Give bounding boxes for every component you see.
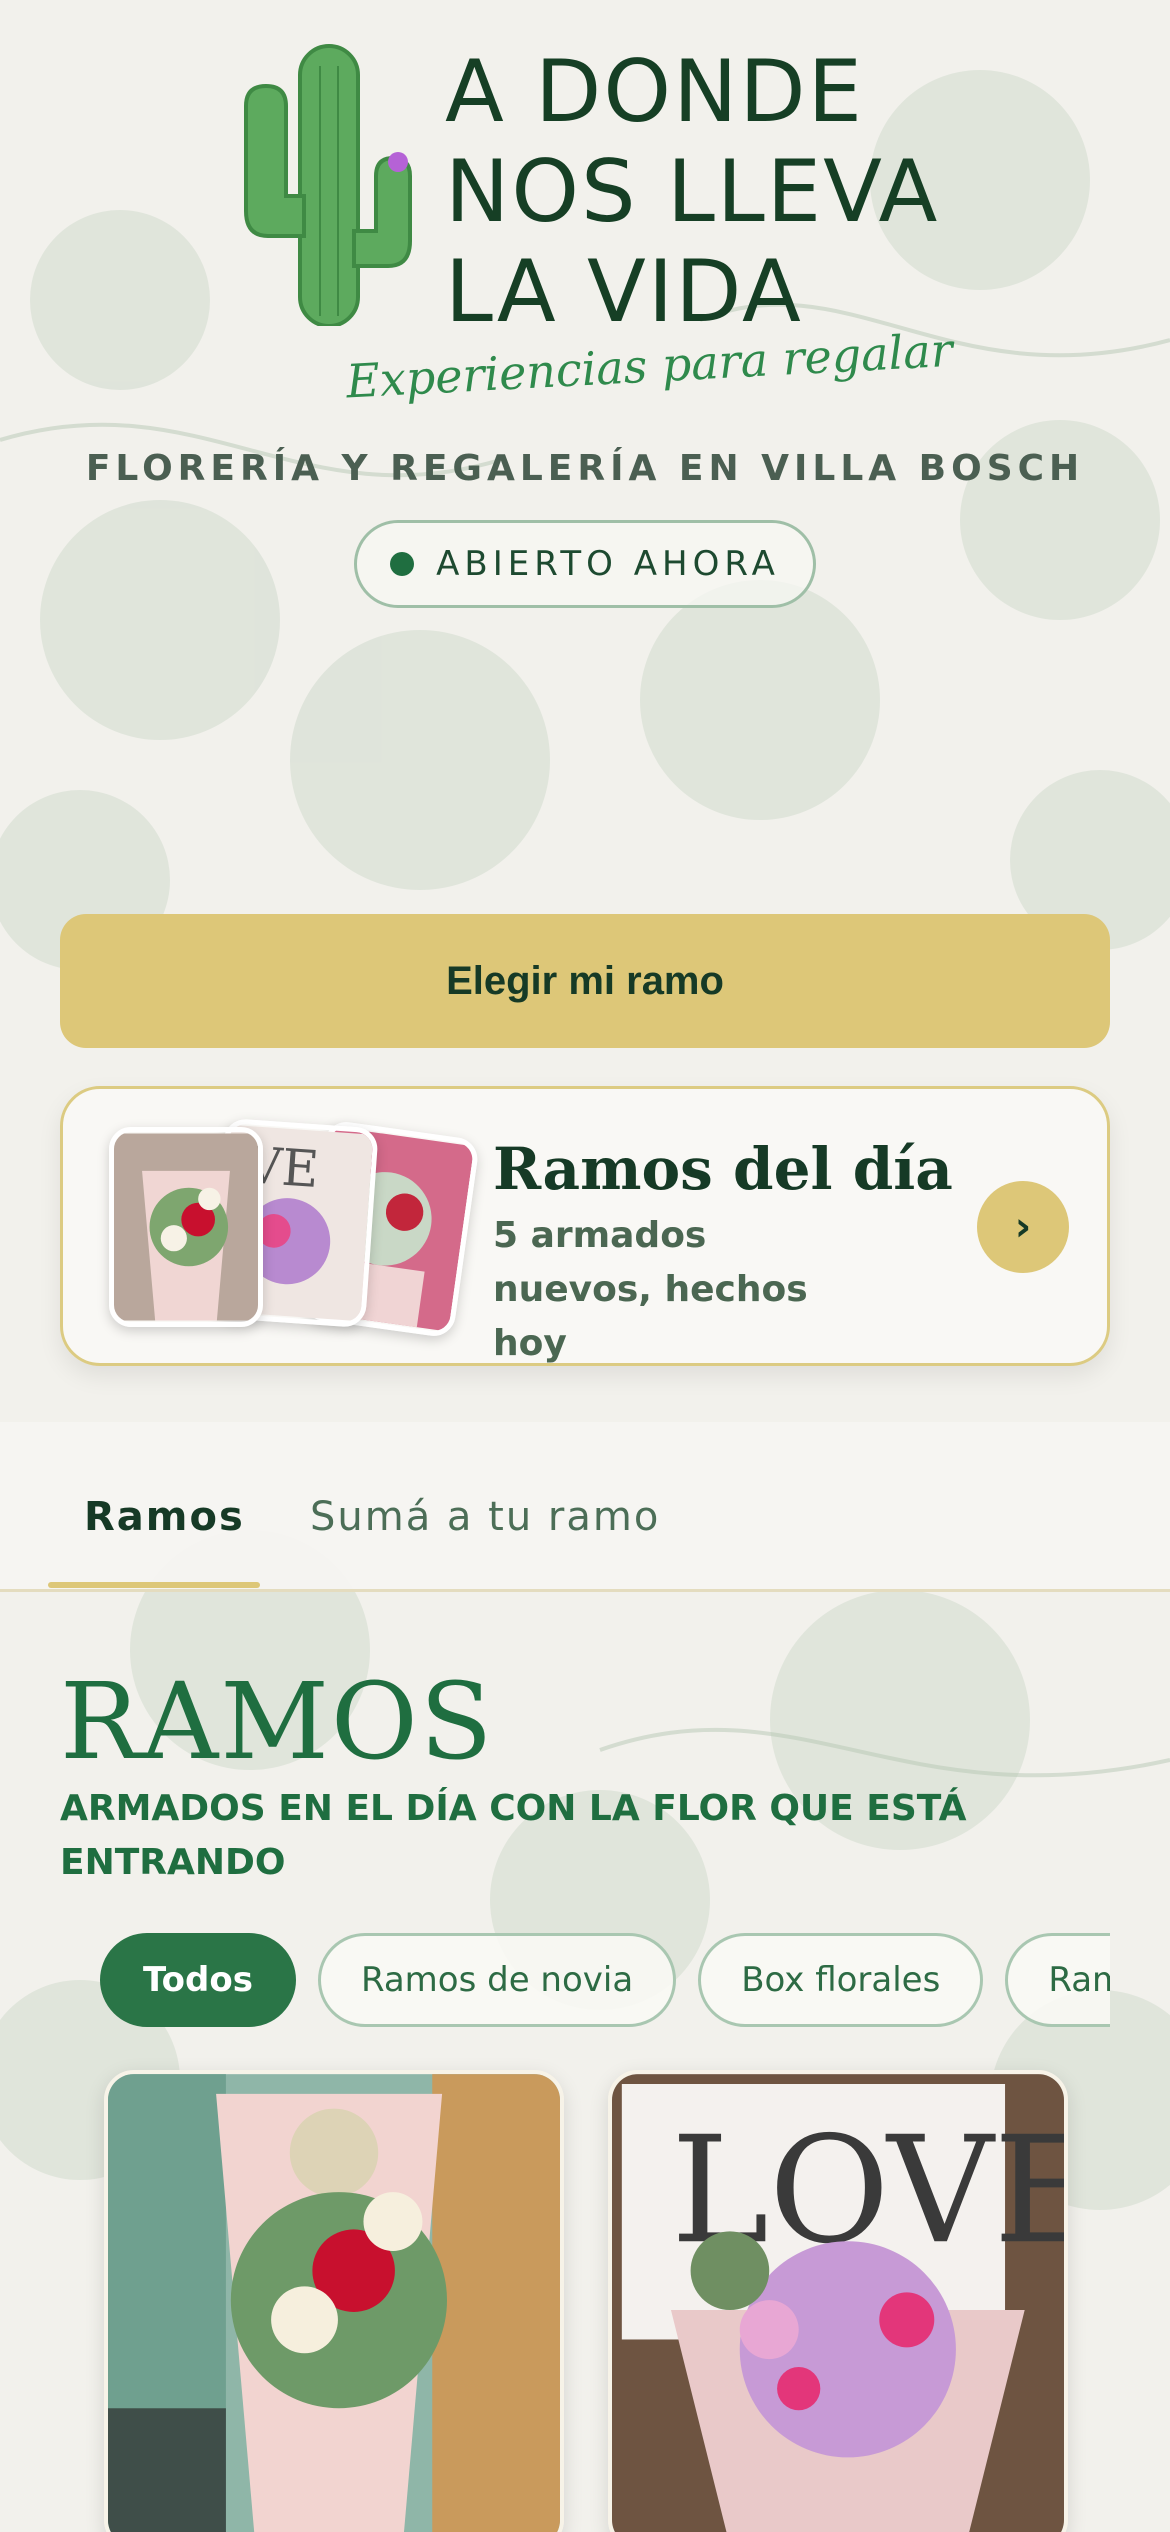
chip-ramos[interactable]: Ramos [1005,1933,1110,2027]
product-card-1[interactable] [104,2070,564,2532]
daily-bouquets-subtitle: 5 armados nuevos, hechos hoy [493,1215,808,1364]
brand-tagline: Experiencias para regalar [344,322,954,409]
brand-header: A DONDE NOS LLEVA LA VIDA Experiencias p… [0,0,1170,620]
status-dot-icon [390,552,415,576]
product-image-2: LOVE [612,2074,1064,2532]
section-title: RAMOS [60,1660,495,1783]
bouquet-thumb-1 [109,1127,263,1327]
section-subtitle: ARMADOS EN EL DÍA CON LA FLOR QUE ESTÁ E… [60,1788,967,1883]
brand-title: A DONDE NOS LLEVA LA VIDA [445,42,1005,342]
chip-todos[interactable]: Todos [100,1933,296,2027]
tab-suma-a-tu-ramo[interactable]: Sumá a tu ramo [310,1494,660,1540]
choose-bouquet-button[interactable]: Elegir mi ramo [60,914,1110,1048]
chevron-right-icon[interactable]: › [977,1181,1069,1273]
brand-line-2: NOS LLEVA [445,142,940,242]
tab-ramos[interactable]: Ramos [84,1494,245,1540]
cactus-icon [244,44,412,326]
brand-line-1: A DONDE [445,42,864,142]
product-image-1 [108,2074,560,2532]
tab-bar: Ramos Sumá a tu ramo [0,1422,1170,1592]
chip-box-florales[interactable]: Box florales [698,1933,984,2027]
active-tab-indicator [48,1582,260,1588]
open-status-text: ABIERTO AHORA [436,544,780,584]
category-chips: Todos Ramos de novia Box florales Ramos [100,1930,1110,2030]
daily-bouquets-title: Ramos del día [493,1135,953,1203]
open-status-badge: ABIERTO AHORA [354,520,816,608]
daily-bouquets-card[interactable]: VE Ramos del día 5 armados nuevos, hecho… [60,1086,1110,1366]
store-subtitle: FLORERÍA Y REGALERÍA EN VILLA BOSCH [85,448,1085,489]
chip-ramos-de-novia[interactable]: Ramos de novia [317,1933,677,2027]
product-card-2[interactable]: LOVE [608,2070,1068,2532]
